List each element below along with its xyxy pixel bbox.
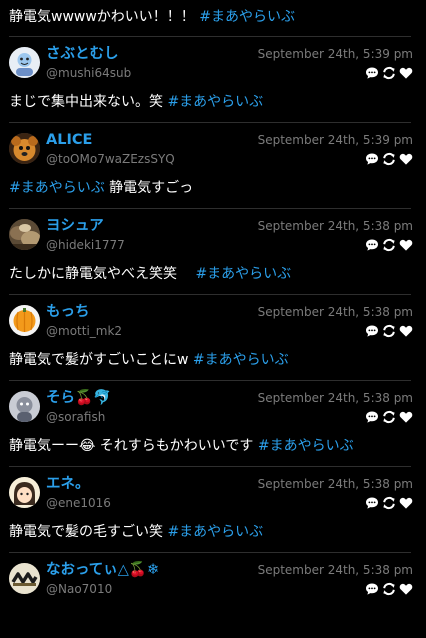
hashtag-link[interactable]: #まあやらいぶ	[195, 266, 291, 282]
reply-bubble-icon[interactable]	[365, 582, 379, 596]
timestamp[interactable]: September 24th, 5:38 pm	[258, 304, 413, 320]
display-name[interactable]: ALICE	[46, 131, 92, 149]
username[interactable]: @mushi64sub	[46, 65, 131, 81]
tweet-text-content: 静電気で髪の毛すごい笑	[9, 524, 168, 540]
display-name[interactable]: ヨシュア	[46, 217, 104, 235]
username[interactable]: @toOMo7waZEzsSYQ	[46, 151, 175, 167]
hashtag-link[interactable]: #まあやらいぶ	[199, 9, 295, 25]
tweet-text: 静電気で髪の毛すごい笑 #まあやらいぶ	[9, 522, 263, 542]
tweet-item: さぶとむし @mushi64sub September 24th, 5:39 p…	[0, 36, 426, 122]
tweet-actions	[365, 66, 413, 80]
hashtag-link[interactable]: #まあやらいぶ	[167, 524, 263, 540]
retweet-icon[interactable]	[382, 324, 396, 338]
divider	[9, 208, 411, 209]
heart-icon[interactable]	[399, 66, 413, 80]
avatar[interactable]	[9, 133, 40, 164]
username[interactable]: @ene1016	[46, 495, 111, 511]
tweet-text: 静電気で髪がすごいことにw #まあやらいぶ	[9, 350, 289, 370]
tweet-text: #まあやらいぶ 静電気すごっ	[9, 178, 193, 198]
reply-bubble-icon[interactable]	[365, 66, 379, 80]
username[interactable]: @hideki1777	[46, 237, 125, 253]
tweet-text: 静電気ーー😂 それすらもかわいいです #まあやらいぶ	[9, 436, 354, 456]
avatar[interactable]	[9, 219, 40, 250]
retweet-icon[interactable]	[382, 238, 396, 252]
avatar[interactable]	[9, 47, 40, 78]
hashtag-link[interactable]: #まあやらいぶ	[193, 352, 289, 368]
avatar[interactable]	[9, 477, 40, 508]
retweet-icon[interactable]	[382, 152, 396, 166]
reply-bubble-icon[interactable]	[365, 410, 379, 424]
tweet-actions	[365, 238, 413, 252]
display-name[interactable]: さぶとむし	[46, 45, 119, 63]
divider	[9, 552, 411, 553]
hashtag-link[interactable]: #まあやらいぶ	[258, 438, 354, 454]
tweet-actions	[365, 152, 413, 166]
timestamp[interactable]: September 24th, 5:39 pm	[258, 132, 413, 148]
divider	[9, 294, 411, 295]
tweet-text: たしかに静電気やべえ笑笑 #まあやらいぶ	[9, 264, 291, 284]
tweet-item: ヨシュア @hideki1777 September 24th, 5:38 pm…	[0, 208, 426, 294]
tweet-actions	[365, 582, 413, 596]
retweet-icon[interactable]	[382, 66, 396, 80]
username[interactable]: @sorafish	[46, 409, 105, 425]
retweet-icon[interactable]	[382, 582, 396, 596]
tweet-item: エネ。 @ene1016 September 24th, 5:38 pm 静電気…	[0, 466, 426, 552]
username[interactable]: @Nao7010	[46, 581, 112, 597]
tweet-text-content: まじで集中出来ない。笑	[9, 94, 168, 110]
display-name[interactable]: なおってぃ△🍒❄	[46, 561, 159, 579]
heart-icon[interactable]	[399, 410, 413, 424]
tweet-actions	[365, 324, 413, 338]
tweet-text-content: たしかに静電気やべえ笑笑	[9, 266, 196, 282]
reply-bubble-icon[interactable]	[365, 496, 379, 510]
tweet-item: ALICE @toOMo7waZEzsSYQ September 24th, 5…	[0, 122, 426, 208]
partial-tweet-text: 静電気wwwwかわいい！！！ #まあやらいぶ	[9, 7, 295, 27]
retweet-icon[interactable]	[382, 496, 396, 510]
heart-icon[interactable]	[399, 324, 413, 338]
avatar[interactable]	[9, 391, 40, 422]
heart-icon[interactable]	[399, 496, 413, 510]
tweet-text-content: 静電気で髪がすごいことにw	[9, 352, 193, 368]
heart-icon[interactable]	[399, 238, 413, 252]
avatar[interactable]	[9, 305, 40, 336]
display-name[interactable]: もっち	[46, 303, 90, 321]
tweet-item: そら🍒🐬 @sorafish September 24th, 5:38 pm 静…	[0, 380, 426, 466]
hashtag-link[interactable]: #まあやらいぶ	[167, 94, 263, 110]
tweet-item: なおってぃ△🍒❄ @Nao7010 September 24th, 5:38 p…	[0, 552, 426, 638]
timestamp[interactable]: September 24th, 5:39 pm	[258, 46, 413, 62]
tweet-actions	[365, 410, 413, 424]
divider	[9, 380, 411, 381]
timestamp[interactable]: September 24th, 5:38 pm	[258, 476, 413, 492]
tweet-text: まじで集中出来ない。笑 #まあやらいぶ	[9, 92, 263, 112]
hashtag-link[interactable]: #まあやらいぶ	[9, 180, 105, 196]
reply-bubble-icon[interactable]	[365, 238, 379, 252]
heart-icon[interactable]	[399, 152, 413, 166]
tweet-text: 静電気wwwwかわいい！！！	[9, 9, 200, 25]
divider	[9, 36, 411, 37]
timestamp[interactable]: September 24th, 5:38 pm	[258, 562, 413, 578]
reply-bubble-icon[interactable]	[365, 324, 379, 338]
timestamp[interactable]: September 24th, 5:38 pm	[258, 390, 413, 406]
avatar[interactable]	[9, 563, 40, 594]
tweet-text-content: 静電気すごっ	[104, 180, 194, 196]
display-name[interactable]: そら🍒🐬	[46, 389, 111, 407]
display-name[interactable]: エネ。	[46, 475, 90, 493]
tweet-text-content: 静電気ーー😂 それすらもかわいいです	[9, 438, 258, 454]
divider	[9, 122, 411, 123]
timestamp[interactable]: September 24th, 5:38 pm	[258, 218, 413, 234]
tweet-actions	[365, 496, 413, 510]
tweet-item: もっち @motti_mk2 September 24th, 5:38 pm 静…	[0, 294, 426, 380]
reply-bubble-icon[interactable]	[365, 152, 379, 166]
retweet-icon[interactable]	[382, 410, 396, 424]
username[interactable]: @motti_mk2	[46, 323, 122, 339]
divider	[9, 466, 411, 467]
heart-icon[interactable]	[399, 582, 413, 596]
